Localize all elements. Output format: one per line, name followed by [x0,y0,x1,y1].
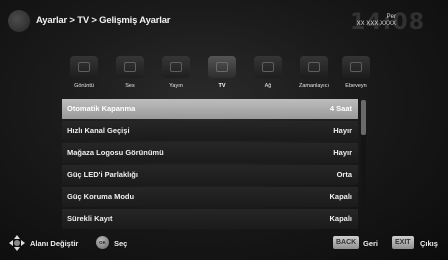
back-hint: Geri [363,239,379,248]
tab-tv[interactable]: TV [200,52,244,96]
setting-row-store-logo[interactable]: Mağaza Logosu Görünümü Hayır [62,143,358,163]
settings-list: Otomatik Kapanma 4 Saat Hızlı Kanal Geçi… [62,99,358,231]
picture-icon [70,56,98,78]
setting-value: Hayır [333,126,352,135]
header: Ayarlar > TV > Gelişmiş Ayarlar 14:08 Pe… [0,0,448,46]
clock-day: Per [386,14,396,20]
network-icon [254,56,282,78]
settings-logo-icon [8,10,30,32]
exit-hint: Çıkış [420,239,438,248]
tab-parental[interactable]: Ebeveyn [334,52,378,96]
setting-label: Hızlı Kanal Geçişi [67,126,130,135]
parental-icon [342,56,370,78]
navigation-arrows-icon [9,235,25,251]
sound-icon [116,56,144,78]
tab-timer[interactable]: Zamanlayıcı [292,52,336,96]
tab-label: Ebeveyn [345,83,367,89]
ok-button-icon: OK [96,236,109,249]
category-tabs: Görüntü Ses Yayın TV Ağ Zamanlayıcı Ebev… [62,52,378,98]
breadcrumb: Ayarlar > TV > Gelişmiş Ayarlar [36,15,171,26]
setting-value: Kapalı [329,192,352,201]
back-key-icon: BACK [333,236,360,249]
setting-label: Sürekli Kayıt [67,214,113,223]
select-hint: Seç [114,239,128,248]
setting-label: Mağaza Logosu Görünümü [67,148,164,157]
timer-icon [300,56,328,78]
tab-sound[interactable]: Ses [108,52,152,96]
setting-row-quick-channel[interactable]: Hızlı Kanal Geçişi Hayır [62,121,358,141]
scrollbar[interactable] [361,100,366,218]
tab-picture[interactable]: Görüntü [62,52,106,96]
setting-value: Orta [336,170,352,179]
tab-broadcast[interactable]: Yayın [154,52,198,96]
setting-label: Otomatik Kapanma [67,104,136,113]
setting-label: Güç Koruma Modu [67,192,135,201]
setting-row-power-led[interactable]: Güç LED'i Parlaklığı Orta [62,165,358,185]
setting-row-power-save[interactable]: Güç Koruma Modu Kapalı [62,187,358,207]
tv-icon [208,56,236,78]
setting-value: Hayır [333,148,352,157]
tab-network[interactable]: Ağ [246,52,290,96]
exit-key-icon: EXIT [392,236,414,249]
footer-hints: Alanı Değiştir OK Seç BACK Geri EXIT Çık… [0,232,448,256]
change-area-hint: Alanı Değiştir [30,239,79,248]
setting-value: Kapalı [329,214,352,223]
clock-date-box: Per XX XXX XXXX [300,14,396,27]
setting-row-auto-off[interactable]: Otomatik Kapanma 4 Saat [62,99,358,119]
setting-value: 4 Saat [329,104,352,113]
clock-date: XX XXX XXXX [356,21,396,27]
setting-label: Güç LED'i Parlaklığı [67,170,138,179]
scroll-thumb[interactable] [361,100,366,135]
setting-row-continuous-record[interactable]: Sürekli Kayıt Kapalı [62,209,358,229]
tv-settings-screen: Ayarlar > TV > Gelişmiş Ayarlar 14:08 Pe… [0,0,448,260]
broadcast-icon [162,56,190,78]
